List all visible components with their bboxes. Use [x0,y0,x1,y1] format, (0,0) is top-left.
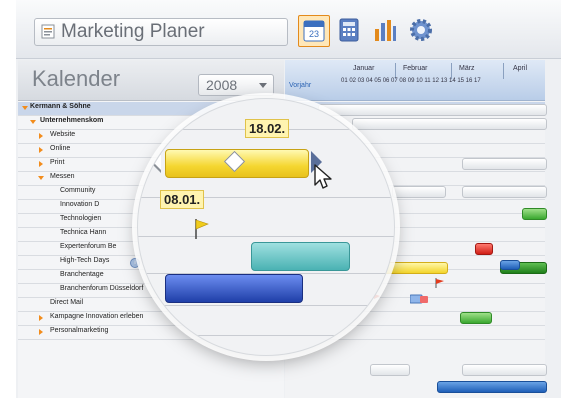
gear-icon [410,19,432,41]
week-numbers: 01 02 03 04 05 06 07 08 09 10 11 12 13 1… [341,78,481,84]
end-date-label: 18.02. [245,119,290,138]
previous-year-link[interactable]: Vorjahr [289,82,311,89]
tree-label: Direct Mail [50,299,84,306]
year-select[interactable]: 2008 [198,74,274,96]
expand-arrow-icon[interactable] [39,147,43,153]
gantt-bar[interactable] [318,104,547,116]
row-divider [138,305,394,306]
tree-label: Website [50,131,76,138]
tree-label: Expertenforum Be [60,243,117,250]
calendar-icon: 23 [303,20,325,42]
event-bar[interactable] [165,274,303,303]
calendar-list-icon [41,24,55,39]
tree-label: Messen [50,173,75,180]
expand-arrow-icon[interactable] [38,176,44,180]
calendar-button[interactable]: 23 [298,15,330,47]
tree-label: Unternehmenskom [40,117,104,124]
gantt-bar[interactable] [462,186,547,198]
magnifier-lens: 18.02. 08.01. [137,98,395,356]
tree-label: Branchenforum Düsseldorf [60,285,144,292]
month-divider [395,63,396,79]
tree-label: High-Tech Days [60,257,110,264]
app-header: Marketing Planer 23 [16,0,561,59]
row-divider [138,335,394,336]
gantt-bar[interactable] [370,364,410,376]
tree-label: Technologien [60,215,102,222]
gantt-bar[interactable] [462,364,547,376]
tree-label: Print [50,159,65,166]
chevron-down-icon [259,83,267,88]
info-icon[interactable]: i [130,258,140,268]
tree-label: Kampagne Innovation erleben [50,313,144,320]
calendar-title: Kalender [32,66,121,91]
tree-label: Branchentage [60,271,104,278]
gantt-bar[interactable] [392,186,446,198]
tree-label: Personalmarketing [50,327,109,334]
app-title-box: Marketing Planer [34,18,288,46]
start-date-label: 08.01. [160,190,205,209]
chart-icon [375,20,396,41]
calculator-button[interactable] [334,15,364,45]
flag-icon[interactable] [435,278,445,288]
tree-label: Technica Hann [60,229,107,236]
chart-button[interactable] [370,15,400,45]
tree-label: Innovation D [60,201,100,208]
flag-icon[interactable] [193,219,209,239]
month-divider [503,63,504,79]
gantt-bar[interactable] [500,260,520,270]
month-label: März [459,65,475,72]
cursor-pointer-icon [314,164,332,189]
expand-arrow-icon[interactable] [22,106,28,110]
calculator-icon [339,18,359,42]
month-divider [451,63,452,79]
expand-arrow-icon[interactable] [30,120,36,124]
month-label: Januar [353,65,375,72]
app-title: Marketing Planer [61,21,205,42]
calendar-header: Kalender 2008 [18,60,284,101]
tree-label: Community [60,187,96,194]
month-label: April [513,65,528,72]
settings-button[interactable] [406,15,436,45]
message-icon[interactable] [410,294,428,304]
row-divider [138,236,394,237]
expand-arrow-icon[interactable] [39,161,43,167]
gantt-bar[interactable] [522,208,547,220]
tree-label: Kermann & Söhne [30,103,91,110]
month-label: Februar [403,65,428,72]
gantt-bar[interactable] [460,312,492,324]
expand-arrow-icon[interactable] [39,315,43,321]
gantt-bar[interactable] [475,243,493,255]
tree-label: Online [50,145,71,152]
timeline-header: Vorjahr Januar Februar März April 01 02 … [285,60,545,101]
event-bar[interactable] [251,242,350,271]
expand-arrow-icon[interactable] [39,329,43,335]
resize-left-handle-inner [153,154,161,170]
svg-text:23: 23 [309,29,319,39]
gantt-bar[interactable] [462,158,547,170]
gantt-bar[interactable] [437,381,547,393]
year-value: 2008 [206,77,238,93]
expand-arrow-icon[interactable] [39,133,43,139]
